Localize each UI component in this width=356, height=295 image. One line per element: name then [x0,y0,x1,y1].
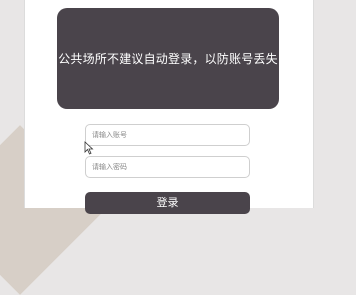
login-button[interactable]: 登录 [85,192,250,214]
mouse-cursor-icon [84,141,94,155]
account-input[interactable] [92,125,249,145]
account-field[interactable] [85,124,250,146]
security-notice-banner: 公共场所不建议自动登录，以防账号丢失 [57,8,279,109]
security-notice-text: 公共场所不建议自动登录，以防账号丢失 [58,52,278,66]
password-input[interactable] [92,157,249,177]
login-button-label: 登录 [156,196,179,209]
password-field[interactable] [85,156,250,178]
